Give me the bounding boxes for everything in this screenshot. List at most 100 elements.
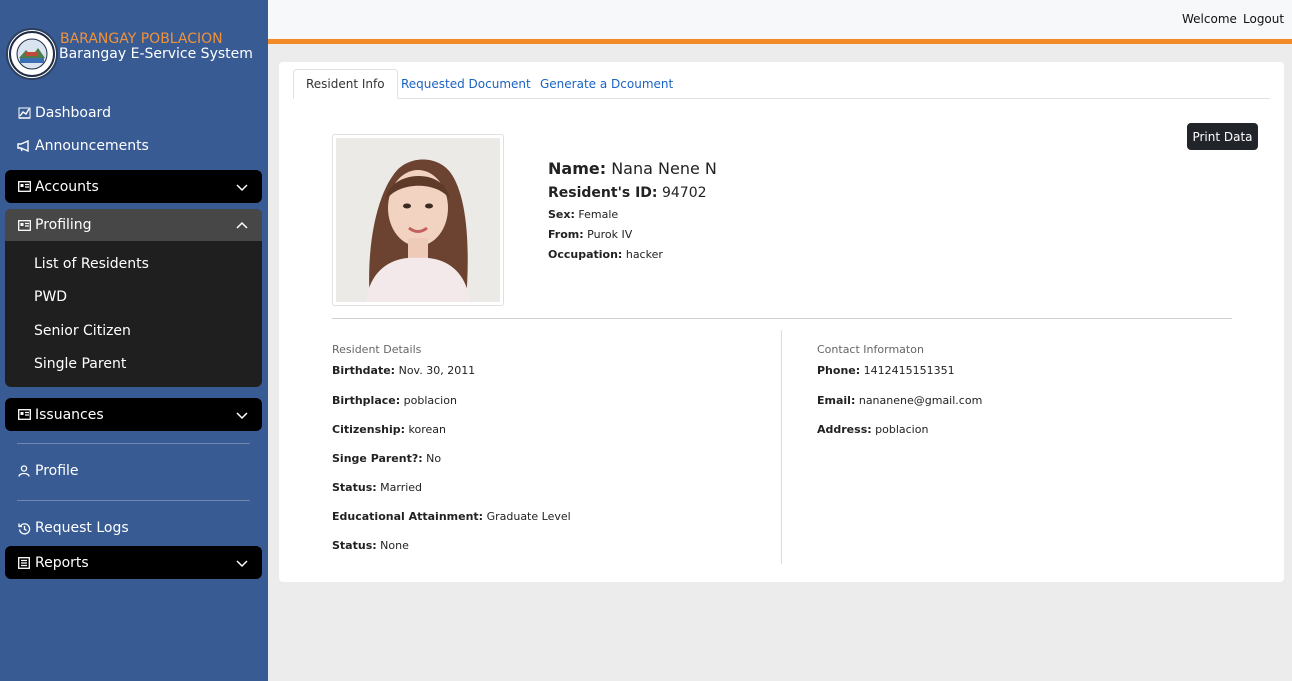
detail-label: Status: — [332, 481, 377, 494]
resident-from-label: From: — [548, 228, 584, 241]
chevron-down-icon — [235, 556, 249, 570]
contact-information-title: Contact Informaton — [817, 343, 924, 356]
report-icon — [17, 556, 31, 570]
nav-accounts[interactable]: Accounts — [5, 170, 262, 203]
detail-label: Birthplace: — [332, 394, 401, 407]
resident-sex-value: Female — [578, 208, 619, 221]
resident-details-title: Resident Details — [332, 343, 422, 356]
resident-sex: Sex: Female — [548, 208, 618, 221]
brand-title: BARANGAY POBLACION — [60, 31, 223, 47]
resident-photo — [336, 138, 500, 302]
id-card-icon — [17, 180, 31, 194]
contact-label: Address: — [817, 423, 872, 436]
nav-reports[interactable]: Reports — [5, 546, 262, 579]
contact-address: Address: poblacion — [817, 423, 928, 436]
accent-bar — [268, 39, 1292, 44]
detail-value: None — [380, 539, 409, 552]
sidebar-item-single-parent[interactable]: Single Parent — [34, 356, 126, 372]
nav-request-logs-label: Request Logs — [35, 520, 129, 536]
sidebar-item-senior-citizen[interactable]: Senior Citizen — [34, 323, 131, 339]
contact-label: Phone: — [817, 364, 861, 377]
nav-profile-label: Profile — [35, 463, 79, 479]
contact-value: 1412415151351 — [863, 364, 955, 377]
detail-civil-status: Status: Married — [332, 481, 422, 494]
logout-link[interactable]: Logout — [1243, 12, 1284, 26]
sidebar-item-pwd[interactable]: PWD — [34, 289, 67, 305]
detail-label: Citizenship: — [332, 423, 405, 436]
nav-issuances[interactable]: Issuances — [5, 398, 262, 431]
resident-from-value: Purok IV — [587, 228, 633, 241]
chevron-down-icon — [235, 180, 249, 194]
detail-birthdate: Birthdate: Nov. 30, 2011 — [332, 364, 475, 377]
contact-email: Email: nananene@gmail.com — [817, 394, 982, 407]
detail-value: Nov. 30, 2011 — [398, 364, 476, 377]
chevron-down-icon — [235, 408, 249, 422]
detail-label: Singe Parent?: — [332, 452, 423, 465]
detail-single-parent: Singe Parent?: No — [332, 452, 441, 465]
resident-id-label: Resident's ID: — [548, 185, 658, 201]
user-icon — [17, 464, 31, 478]
sidebar-item-list-of-residents[interactable]: List of Residents — [34, 256, 149, 272]
nav-dashboard-label: Dashboard — [35, 105, 111, 121]
contact-phone: Phone: 1412415151351 — [817, 364, 955, 377]
detail-label: Birthdate: — [332, 364, 396, 377]
detail-value: poblacion — [403, 394, 457, 407]
barangay-seal-logo — [6, 28, 58, 80]
contact-label: Email: — [817, 394, 856, 407]
tab-resident-info[interactable]: Resident Info — [293, 69, 398, 99]
nav-issuances-label: Issuances — [35, 406, 104, 423]
detail-status: Status: None — [332, 539, 409, 552]
profiling-submenu: Profiling List of Residents PWD Senior C… — [5, 209, 262, 387]
nav-profiling-label: Profiling — [35, 217, 92, 233]
detail-birthplace: Birthplace: poblacion — [332, 394, 457, 407]
nav-accounts-label: Accounts — [35, 178, 99, 195]
sidebar: BARANGAY POBLACION Barangay E-Service Sy… — [0, 0, 268, 681]
top-bar: Welcome Logout — [268, 0, 1292, 39]
resident-name-value: Nana Nene N — [611, 159, 717, 178]
nav-profiling[interactable]: Profiling — [5, 209, 262, 241]
contact-value: poblacion — [875, 423, 929, 436]
brand-subtitle: Barangay E-Service System — [59, 46, 253, 62]
detail-label: Educational Attainment: — [332, 510, 484, 523]
resident-card: Resident Info Requested Document Generat… — [279, 62, 1284, 582]
resident-name-label: Name: — [548, 159, 607, 178]
detail-value: No — [426, 452, 442, 465]
chart-icon — [17, 106, 31, 120]
resident-id-value: 94702 — [661, 185, 707, 201]
history-icon — [17, 521, 31, 535]
resident-occupation-value: hacker — [625, 248, 663, 261]
detail-educational-attainment: Educational Attainment: Graduate Level — [332, 510, 571, 523]
nav-request-logs[interactable]: Request Logs — [17, 520, 129, 536]
detail-label: Status: — [332, 539, 377, 552]
contact-value: nananene@gmail.com — [858, 394, 983, 407]
column-divider — [781, 330, 782, 564]
id-card-icon — [17, 218, 31, 232]
detail-value: Married — [380, 481, 423, 494]
nav-profile[interactable]: Profile — [17, 463, 79, 479]
brand: BARANGAY POBLACION Barangay E-Service Sy… — [6, 28, 266, 82]
chevron-up-icon — [235, 218, 249, 232]
detail-value: korean — [408, 423, 446, 436]
resident-id: Resident's ID: 94702 — [548, 185, 707, 201]
sidebar-divider — [17, 500, 250, 501]
id-card-icon — [17, 408, 31, 422]
section-divider — [332, 318, 1232, 319]
megaphone-icon — [17, 139, 31, 153]
resident-sex-label: Sex: — [548, 208, 575, 221]
resident-photo-frame — [332, 134, 504, 306]
detail-citizenship: Citizenship: korean — [332, 423, 446, 436]
tab-generate-document[interactable]: Generate a Dcoument — [528, 69, 685, 99]
print-data-button[interactable]: Print Data — [1187, 123, 1258, 150]
tab-requested-document[interactable]: Requested Document — [389, 69, 543, 99]
nav-announcements-label: Announcements — [35, 138, 149, 154]
detail-value: Graduate Level — [486, 510, 571, 523]
welcome-link[interactable]: Welcome — [1182, 12, 1237, 26]
resident-occupation: Occupation: hacker — [548, 248, 663, 261]
nav-announcements[interactable]: Announcements — [17, 138, 149, 154]
nav-dashboard[interactable]: Dashboard — [17, 105, 111, 121]
resident-from: From: Purok IV — [548, 228, 632, 241]
resident-occupation-label: Occupation: — [548, 248, 623, 261]
nav-reports-label: Reports — [35, 554, 89, 571]
sidebar-divider — [17, 443, 250, 444]
resident-name: Name: Nana Nene N — [548, 159, 717, 178]
